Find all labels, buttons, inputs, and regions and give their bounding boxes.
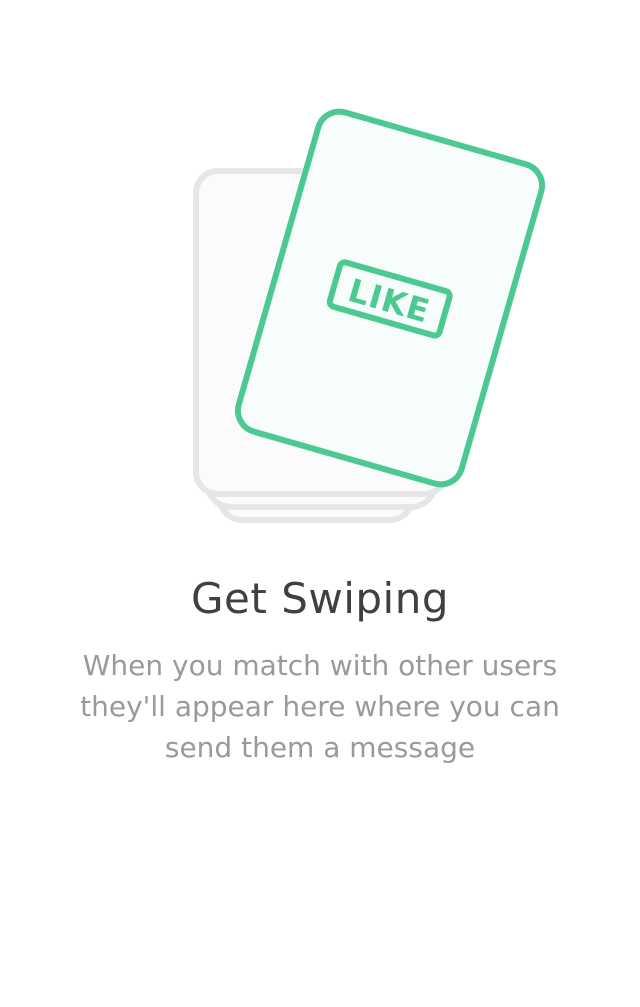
matches-empty-state: LIKE Get Swiping When you match with oth… [0,0,640,1007]
like-card: LIKE [234,108,546,488]
empty-state-message: When you match with other users they'll … [80,649,560,764]
empty-state-title: Get Swiping [191,574,449,623]
card-stack-illustration: LIKE [193,108,546,523]
